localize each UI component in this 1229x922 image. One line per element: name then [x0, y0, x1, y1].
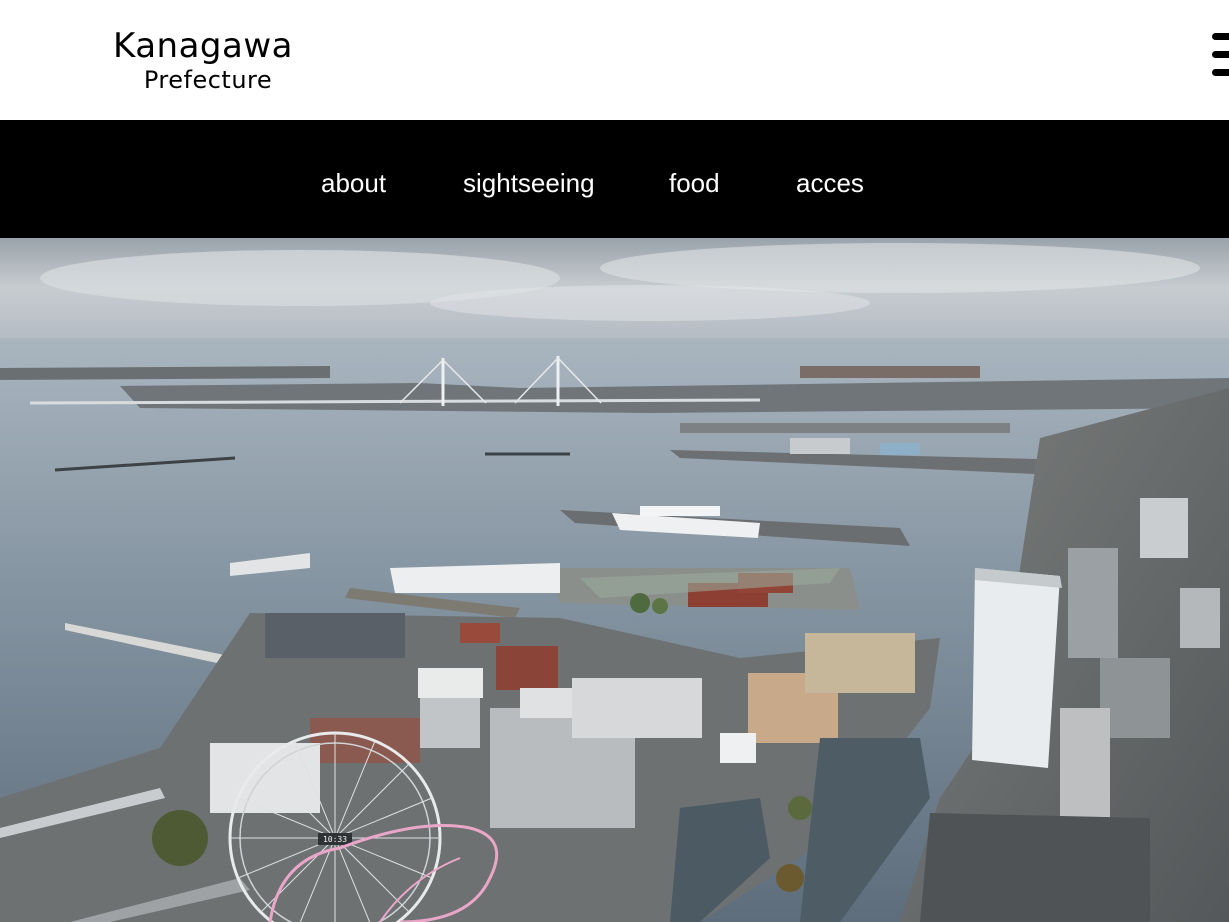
hamburger-menu-icon[interactable]	[1212, 33, 1229, 77]
site-logo[interactable]: Kanagawa Prefecture	[113, 26, 293, 94]
nav-link-food[interactable]: food	[669, 170, 720, 196]
nav-link-about[interactable]: about	[321, 170, 386, 196]
logo-title: Kanagawa	[113, 26, 293, 66]
ferris-wheel-clock: 10:33	[323, 835, 347, 844]
nav-link-acces[interactable]: acces	[796, 170, 864, 196]
hero-image: 10:33	[0, 238, 1229, 922]
harbour-photo: 10:33	[0, 238, 1229, 922]
main-nav: about sightseeing food acces	[0, 120, 1229, 238]
menu-bar	[1212, 33, 1229, 40]
site-header: Kanagawa Prefecture	[0, 0, 1229, 120]
menu-bar	[1212, 69, 1229, 76]
nav-link-sightseeing[interactable]: sightseeing	[463, 170, 595, 196]
menu-bar	[1212, 51, 1229, 58]
logo-subtitle: Prefecture	[143, 66, 273, 94]
